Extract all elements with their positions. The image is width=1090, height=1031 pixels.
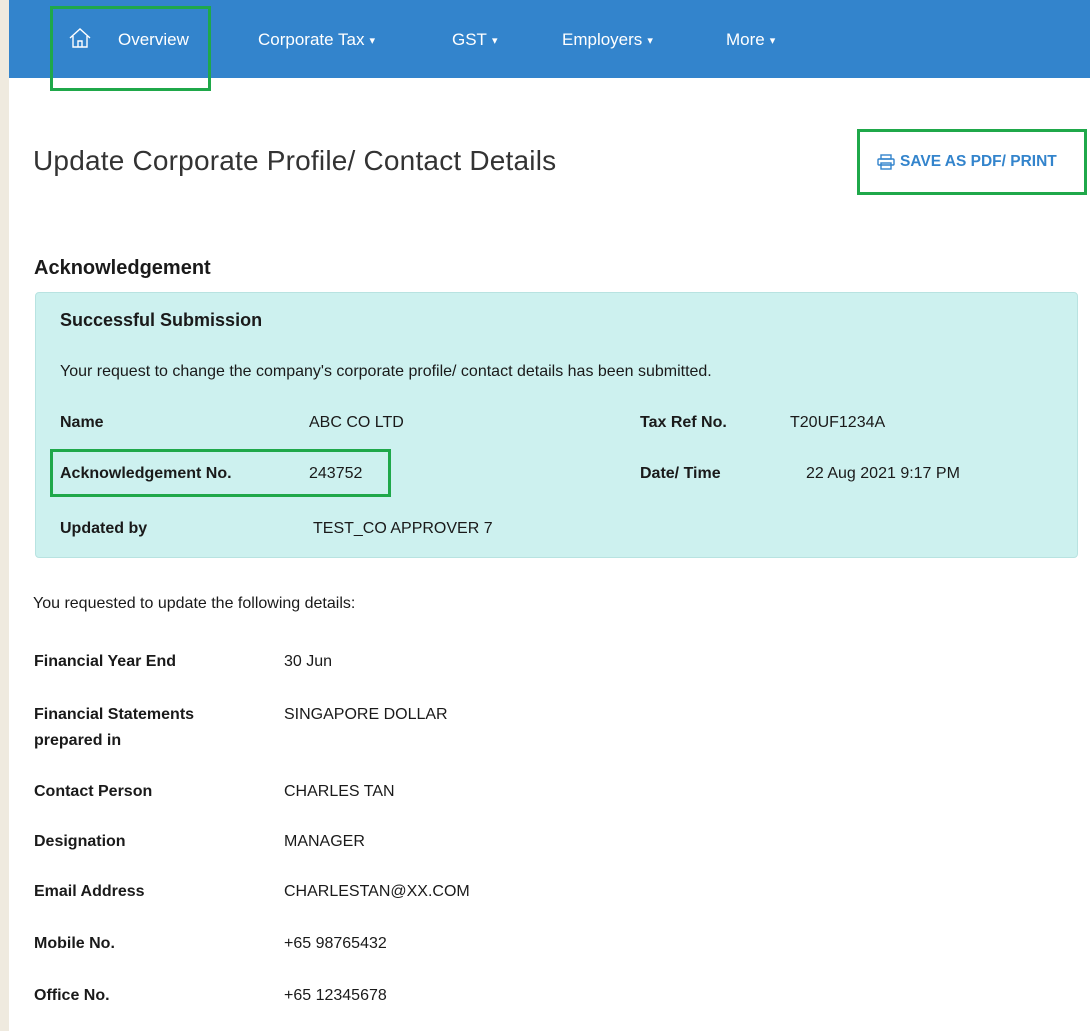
updated-by-value: TEST_CO APPROVER 7: [313, 520, 493, 537]
detail-value: +65 98765432: [284, 935, 387, 952]
nav-item-overview[interactable]: Overview: [118, 0, 189, 78]
name-value: ABC CO LTD: [309, 414, 404, 431]
ack-message: Your request to change the company's cor…: [60, 363, 712, 380]
ack-title: Successful Submission: [60, 310, 263, 330]
tax-ref-value: T20UF1234A: [790, 414, 886, 431]
nav-item-corporate-tax[interactable]: Corporate Tax ▾: [258, 0, 375, 78]
acknowledgement-no-value: 243752: [309, 465, 363, 482]
nav-item-more-label: More: [726, 30, 765, 49]
acknowledgement-box: [35, 292, 1078, 558]
detail-label: Financial Statements: [34, 706, 195, 723]
acknowledgement-no-label: Acknowledgement No.: [60, 465, 232, 482]
tax-ref-label: Tax Ref No.: [640, 414, 727, 431]
nav-item-corporate-tax-label: Corporate Tax: [258, 30, 365, 49]
detail-label: Email Address: [34, 883, 145, 900]
date-time-label: Date/ Time: [640, 465, 721, 482]
nav-item-gst-label: GST: [452, 30, 487, 49]
detail-value: MANAGER: [284, 833, 365, 850]
nav-item-employers[interactable]: Employers ▾: [562, 0, 653, 78]
save-as-pdf-print-label: SAVE AS PDF/ PRINT: [900, 153, 1057, 170]
detail-label: Mobile No.: [34, 935, 115, 952]
detail-value: SINGAPORE DOLLAR: [284, 706, 448, 723]
home-icon[interactable]: [68, 26, 92, 50]
section-heading: Acknowledgement: [34, 257, 211, 279]
save-as-pdf-print-button[interactable]: SAVE AS PDF/ PRINT: [877, 151, 1057, 173]
detail-label: Financial Year End: [34, 653, 176, 670]
printer-icon: [877, 154, 895, 170]
top-navbar: Overview Corporate Tax ▾ GST ▾ Employers ▾ …: [9, 0, 1090, 78]
nav-item-gst[interactable]: GST ▾: [452, 0, 497, 78]
detail-value: +65 12345678: [284, 987, 387, 1004]
chevron-down-icon: ▾: [769, 35, 776, 47]
nav-item-employers-label: Employers: [562, 30, 643, 49]
page-title: Update Corporate Profile/ Contact Detail…: [33, 145, 557, 176]
chevron-down-icon: ▾: [647, 35, 653, 47]
detail-value: CHARLESTAN@XX.COM: [284, 883, 470, 900]
chevron-down-icon: ▾: [491, 35, 498, 47]
detail-label: Contact Person: [34, 783, 153, 800]
detail-label: Designation: [34, 833, 126, 850]
details-intro: You requested to update the following de…: [33, 595, 356, 612]
updated-by-label: Updated by: [60, 520, 148, 537]
chevron-down-icon: ▾: [369, 35, 375, 47]
name-label: Name: [60, 414, 104, 431]
date-time-value: 22 Aug 2021 9:17 PM: [806, 465, 960, 482]
detail-value: CHARLES TAN: [284, 783, 395, 800]
detail-label: Office No.: [34, 987, 110, 1004]
detail-label-line2: prepared in: [34, 732, 122, 749]
page: Overview Corporate Tax ▾ GST ▾ Employers ▾ …: [9, 0, 1090, 1031]
nav-item-overview-label: Overview: [118, 30, 189, 49]
detail-value: 30 Jun: [284, 653, 333, 670]
nav-item-more[interactable]: More ▾: [726, 0, 775, 78]
